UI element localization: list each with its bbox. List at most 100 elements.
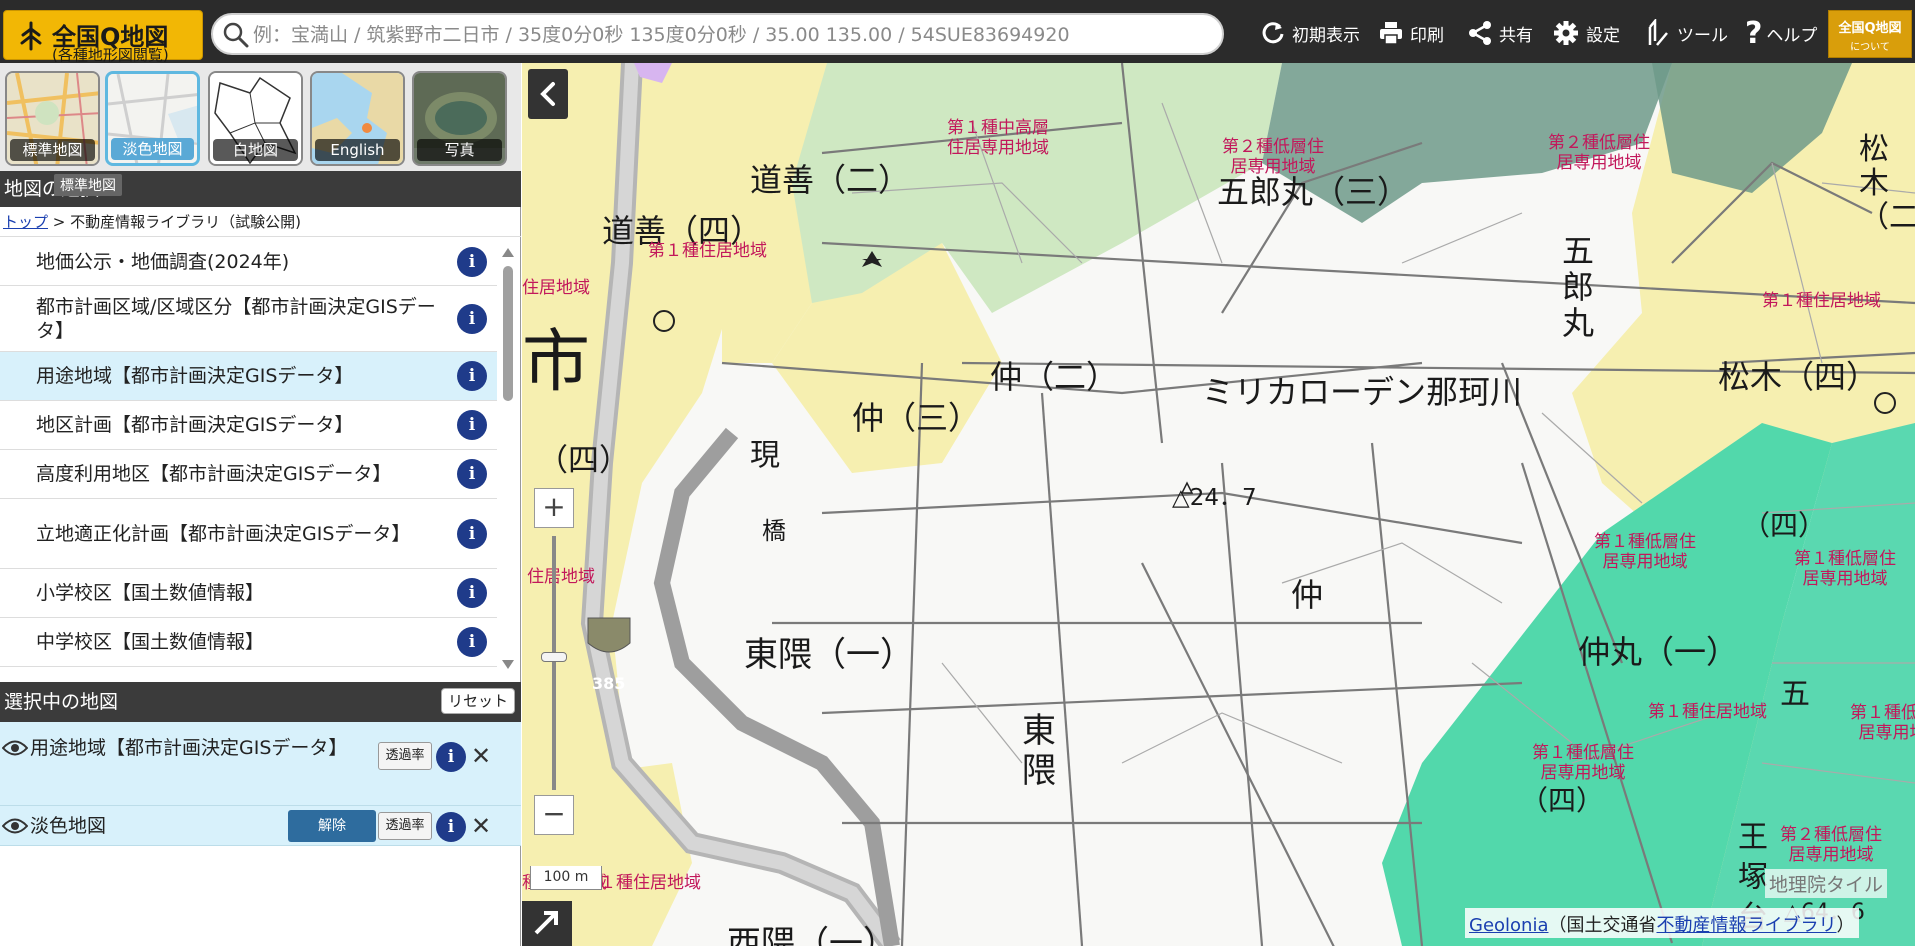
close-icon[interactable]: ✕ <box>471 812 491 840</box>
info-button[interactable]: i <box>457 518 487 549</box>
basemap-standard[interactable]: 標準地図 <box>5 71 100 166</box>
search-box <box>211 13 1224 55</box>
info-button[interactable]: i <box>457 578 487 608</box>
map-label: 東隈 <box>1022 711 1056 791</box>
breadcrumb-current: > 不動産情報ライブラリ（試験公開) <box>48 213 301 231</box>
map-view[interactable]: 市 （四） 道善（二） 道善（四） 五郎丸（三） 五郎丸 仲（二） 仲（三） ミ… <box>522 63 1915 946</box>
close-icon[interactable]: ✕ <box>471 742 491 770</box>
geolonia-link[interactable]: Geolonia <box>1469 915 1549 936</box>
basemap-tooltip: 標準地図 <box>54 174 122 196</box>
tree-logo-icon <box>20 21 42 51</box>
info-button[interactable]: i <box>457 459 487 489</box>
map-layer-list: 地価公示・地価調査(2024年) i 都市計画区域/区域区分【都市計画決定GIS… <box>0 238 497 668</box>
opacity-button[interactable]: 透過率 <box>378 742 432 770</box>
active-layer-zoning: 用途地域【都市計画決定GISデータ】 透過率 i ✕ <box>0 722 521 806</box>
breadcrumb: トップ > 不動産情報ライブラリ（試験公開) <box>0 207 521 237</box>
map-label: 東隈（一） <box>744 635 914 675</box>
list-item-label: 地区計画【都市計画決定GISデータ】 <box>36 414 354 436</box>
zoom-control: + − <box>532 488 577 838</box>
active-layer-name: 淡色地図 <box>30 815 107 837</box>
list-item-label: 地価公示・地価調査(2024年) <box>36 250 290 273</box>
reset-view-button[interactable]: 初期表示 <box>1260 14 1360 52</box>
gear-icon <box>1554 21 1578 45</box>
eye-icon[interactable] <box>2 739 28 757</box>
info-button[interactable]: i <box>457 627 487 657</box>
basemap-label: 白地図 <box>213 139 298 161</box>
eye-icon[interactable] <box>2 817 28 835</box>
share-label: 共有 <box>1499 25 1533 46</box>
search-input[interactable] <box>253 20 1213 50</box>
list-item[interactable]: 立地適正化計画【都市計画決定GISデータ】 i <box>0 499 497 569</box>
list-item[interactable]: 高度利用地区【都市計画決定GISデータ】 i <box>0 450 497 499</box>
map-label: （四） <box>1742 509 1827 542</box>
zoom-in-button[interactable]: + <box>534 488 574 528</box>
print-button[interactable]: 印刷 <box>1378 14 1444 52</box>
question-icon: ? <box>1745 15 1763 51</box>
release-button[interactable]: 解除 <box>288 810 376 842</box>
app-logo[interactable]: 全国Q地図 (各種地形図閲覧) <box>3 10 203 64</box>
list-item[interactable]: 中学校区【国土数値情報】 i <box>0 618 497 667</box>
list-item-label: 都市計画区域/区域区分【都市計画決定GISデータ】 <box>36 295 436 342</box>
info-button[interactable]: i <box>436 742 466 772</box>
active-layer-pale: 淡色地図 解除 透過率 i ✕ <box>0 806 521 846</box>
breadcrumb-top-link[interactable]: トップ <box>3 213 48 231</box>
info-button[interactable]: i <box>436 812 466 842</box>
map-label: 西隈（一） <box>727 924 897 946</box>
settings-label: 設定 <box>1586 25 1620 46</box>
map-label: 松木（四） <box>1718 358 1879 396</box>
map-label: 道善（二） <box>750 161 911 199</box>
zoom-slider-handle[interactable] <box>541 652 567 662</box>
basemap-label: 標準地図 <box>10 139 95 161</box>
map-label: 現 <box>750 438 780 473</box>
about-title: 全国Q地図 <box>1838 21 1902 36</box>
zone-label: 第１種低層住居専用地域 <box>1532 743 1634 783</box>
basemap-pale[interactable]: 淡色地図 <box>105 71 200 166</box>
map-label: 橋 <box>762 517 786 545</box>
scroll-down-arrow-icon[interactable] <box>502 660 514 669</box>
opacity-button[interactable]: 透過率 <box>378 812 432 840</box>
zone-label: 第１種低層住居専用地域 <box>1594 532 1696 572</box>
list-item[interactable]: 用途地域【都市計画決定GISデータ】 i <box>0 352 497 401</box>
map-attribution: Geolonia（国土交通省不動産情報ライブラリ） <box>1465 908 1859 938</box>
reinfolib-link[interactable]: 不動産情報ライブラリ <box>1657 915 1837 936</box>
list-item[interactable]: 小学校区【国土数値情報】 i <box>0 569 497 618</box>
info-button[interactable]: i <box>457 361 487 391</box>
app-root: { "header": { "logo_title": "全国Q地図", "lo… <box>0 0 1915 946</box>
selected-maps-heading-text: 選択中の地図 <box>4 691 119 713</box>
info-button[interactable]: i <box>457 246 487 277</box>
list-item-label: 立地適正化計画【都市計画決定GISデータ】 <box>36 522 411 545</box>
basemap-english[interactable]: English <box>310 71 405 166</box>
zone-label: 第２種低層住 居専用地域 <box>1780 825 1882 865</box>
expand-button[interactable] <box>522 901 572 946</box>
zone-label: 第１種低層住居専用地域 <box>1850 703 1915 743</box>
tools-label: ツール <box>1677 25 1728 46</box>
list-item[interactable]: 都市計画区域/区域区分【都市計画決定GISデータ】 i <box>0 286 497 352</box>
printer-icon <box>1380 22 1402 45</box>
zoom-slider-track[interactable] <box>552 536 556 790</box>
basemap-blank[interactable]: 白地図 <box>208 71 303 166</box>
scroll-up-arrow-icon[interactable] <box>502 248 514 257</box>
scrollbar-thumb[interactable] <box>503 266 513 401</box>
tile-source-badge: 地理院タイル <box>1765 869 1888 898</box>
reset-button[interactable]: リセット <box>440 688 515 714</box>
list-item[interactable]: 地区計画【都市計画決定GISデータ】 i <box>0 401 497 450</box>
refresh-icon <box>1262 22 1284 44</box>
map-label: 五郎丸 <box>1562 232 1595 342</box>
help-button[interactable]: ? ヘルプ <box>1745 14 1817 52</box>
settings-button[interactable]: 設定 <box>1552 14 1620 52</box>
basemap-label: English <box>315 139 400 161</box>
map-label: 市 <box>522 323 591 402</box>
info-button[interactable]: i <box>457 303 487 334</box>
basemap-photo[interactable]: 写真 <box>412 71 507 166</box>
zoom-out-button[interactable]: − <box>534 795 574 835</box>
list-item[interactable]: 地価公示・地価調査(2024年) i <box>0 238 497 286</box>
map-label: 五 <box>1780 677 1810 712</box>
map-label: ミリカローデン那珂川 <box>1202 373 1523 411</box>
list-scrollbar[interactable] <box>500 246 516 671</box>
tools-button[interactable]: ツール <box>1645 14 1728 52</box>
collapse-sidebar-button[interactable] <box>528 69 568 119</box>
info-button[interactable]: i <box>457 410 487 440</box>
share-button[interactable]: 共有 <box>1467 14 1533 52</box>
about-button[interactable]: 全国Q地図 について <box>1828 10 1912 58</box>
map-label: 松木（二） <box>1859 132 1915 235</box>
